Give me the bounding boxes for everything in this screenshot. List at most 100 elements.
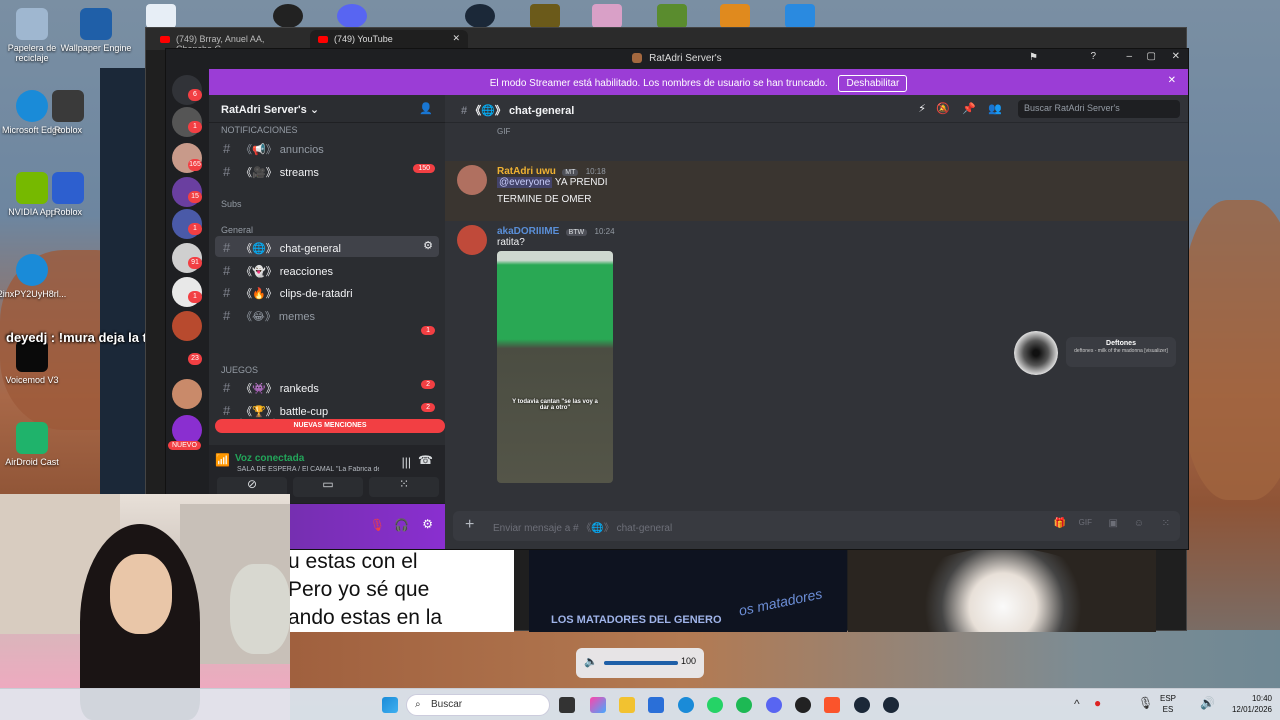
minimize-icon[interactable]: – (1126, 51, 1132, 62)
channel-rankeds[interactable]: # 《👾》 rankeds 2 (215, 376, 439, 397)
category-subs[interactable]: Subs (221, 199, 242, 209)
server-icon[interactable] (172, 379, 202, 409)
tray-chevron-icon[interactable]: ^ (1074, 697, 1080, 711)
members-icon[interactable]: 👥 (988, 102, 1002, 115)
minecraft-icon[interactable] (657, 4, 687, 28)
spotify-icon[interactable] (736, 697, 752, 713)
apps-icon[interactable]: ⁙ (1162, 518, 1170, 529)
brave-icon[interactable] (824, 697, 840, 713)
inbox-icon[interactable]: ⚑ (1029, 52, 1038, 63)
sticker-icon[interactable]: ▣ (1109, 518, 1118, 529)
notifications-icon[interactable]: 🔕 (936, 102, 950, 115)
gift-icon[interactable]: 🎁 (1054, 518, 1066, 529)
desktop-icon-roblox[interactable]: Roblox (48, 90, 88, 135)
server-icon[interactable] (172, 311, 202, 341)
clock[interactable]: 10:40 12/01/2026 (1232, 693, 1272, 715)
channel-clips[interactable]: # 《🔥》 clips-de-ratadri (215, 281, 439, 302)
task-view-icon[interactable] (559, 697, 575, 713)
steam-icon[interactable] (465, 4, 495, 28)
mention-count: 150 (413, 164, 435, 173)
store-icon[interactable] (648, 697, 664, 713)
steam-icon[interactable] (854, 697, 870, 713)
new-mentions-button[interactable]: NUEVAS MENCIONES (215, 419, 445, 433)
app-icon[interactable] (146, 4, 176, 28)
game-icon[interactable] (530, 4, 560, 28)
f-app-icon[interactable] (785, 4, 815, 28)
server-icon (632, 53, 643, 64)
desktop-icon-voicemod[interactable]: Voicemod V3 (0, 340, 68, 385)
browser-tab-youtube[interactable]: (749) YouTube ✕ (310, 30, 468, 50)
cs-icon[interactable] (720, 4, 750, 28)
user-settings-icon[interactable]: ⚙ (422, 517, 433, 531)
disable-streamer-button[interactable]: Deshabilitar (838, 75, 908, 92)
obs-icon[interactable] (795, 697, 811, 713)
channel-chat-general[interactable]: # 《🌐》 chat-general ⚙ (215, 236, 439, 257)
taskbar-search[interactable]: ⌕ Buscar (406, 694, 550, 716)
album-art (1014, 331, 1058, 375)
message-author[interactable]: RatAdri uwu (497, 166, 556, 177)
volume-slider[interactable] (604, 661, 678, 665)
mic-muted-icon[interactable]: 🎙 (370, 518, 385, 532)
desktop-icon-wallpaper-engine[interactable]: Wallpaper Engine (60, 8, 132, 53)
whatsapp-icon[interactable] (707, 697, 723, 713)
noise-suppression-icon[interactable]: ||| (402, 455, 411, 469)
maximize-icon[interactable]: ▢ (1147, 51, 1156, 62)
close-banner-icon[interactable]: ✕ (1168, 75, 1176, 86)
disconnect-icon[interactable]: ☎ (418, 453, 433, 467)
channel-memes[interactable]: # 《😂》 memes 1 (215, 304, 439, 335)
crab-game-icon[interactable] (592, 4, 622, 28)
speaker-icon[interactable]: 🔊 (1200, 696, 1215, 710)
desktop-icon-airdroid[interactable]: AirDroid Cast (0, 422, 68, 467)
server-header[interactable]: RatAdri Server's ⌄ 👤 (209, 95, 445, 123)
channel-reacciones[interactable]: # 《👻》 reacciones (215, 259, 439, 280)
channel-anuncios[interactable]: # 《📢》 anuncios (215, 137, 439, 158)
obs-icon[interactable] (273, 4, 303, 28)
cat-thumbnail[interactable] (848, 548, 1156, 632)
gif-icon[interactable]: GIF (1079, 518, 1092, 527)
desktop-icon-roblox-2[interactable]: Roblox (48, 172, 88, 217)
avatar[interactable] (457, 165, 487, 195)
mic-icon[interactable]: 🎙 (1138, 696, 1153, 710)
close-tab-icon[interactable]: ✕ (452, 33, 460, 44)
settings-icon[interactable]: ⚙ (423, 239, 433, 252)
pin-icon[interactable]: 📌 (962, 102, 976, 115)
avatar[interactable] (457, 225, 487, 255)
activities-button[interactable]: ⁙ (369, 477, 439, 497)
file-explorer-icon[interactable] (619, 697, 635, 713)
video-thumbnail[interactable]: os matadores LOS MATADORES DEL GENERO (529, 548, 847, 632)
now-playing-card: Deftones deftones - milk of the madonna … (1066, 337, 1176, 367)
desktop-icon-recycle-bin[interactable]: Papelera de reciclaje (0, 8, 68, 63)
discord-icon[interactable] (337, 4, 367, 28)
edge-icon[interactable] (678, 697, 694, 713)
unread-badge: 1 (188, 121, 202, 133)
steam-icon[interactable] (883, 697, 899, 713)
deafen-icon[interactable]: 🎧 (394, 518, 409, 532)
close-icon[interactable]: ✕ (1172, 51, 1180, 62)
now-playing-widget[interactable]: Deftones deftones - milk of the madonna … (1014, 331, 1188, 375)
copilot-icon[interactable] (590, 697, 606, 713)
input-language[interactable]: ESP ES (1160, 693, 1176, 715)
message-text: ratita? (497, 237, 525, 248)
category-general[interactable]: General (221, 225, 253, 235)
everyone-mention[interactable]: @everyone (497, 177, 553, 188)
add-attachment-icon[interactable]: + (465, 516, 474, 534)
channel-streams[interactable]: # 《🎥》 streams 150 (215, 160, 439, 181)
message-attachment-image[interactable]: Y todavia cantan "se las voy a dar a otr… (497, 251, 613, 483)
desktop-icon-edge-shortcut[interactable]: 2inxPY2UyH8rl... (0, 254, 68, 299)
voice-location[interactable]: SALA DE ESPERA / El CAMAL "La Fabrica de… (219, 466, 379, 473)
threads-icon[interactable]: ⚡ (918, 102, 926, 115)
invite-icon[interactable]: 👤 (419, 102, 433, 115)
category-juegos[interactable]: JUEGOS (221, 365, 258, 375)
roblox-icon (52, 90, 84, 122)
category-notificaciones[interactable]: NOTIFICACIONES (221, 125, 298, 135)
start-icon[interactable] (382, 697, 398, 713)
help-icon[interactable]: ? (1090, 51, 1096, 62)
tray-app-icon[interactable]: ● (1094, 696, 1101, 710)
message-input[interactable]: + Enviar mensaje a # 《🌐》 chat-general 🎁 … (453, 511, 1180, 541)
search-input[interactable]: Buscar RatAdri Server's (1018, 100, 1180, 118)
discord-icon[interactable] (766, 697, 782, 713)
emoji-icon[interactable]: ☺ (1134, 518, 1144, 529)
browser-tab-music[interactable]: (749) Brray, Anuel AA, Chencho C (152, 30, 302, 54)
message-author[interactable]: akaDORIIIME (497, 226, 559, 237)
screenshare-button[interactable]: ▭ (293, 477, 363, 497)
